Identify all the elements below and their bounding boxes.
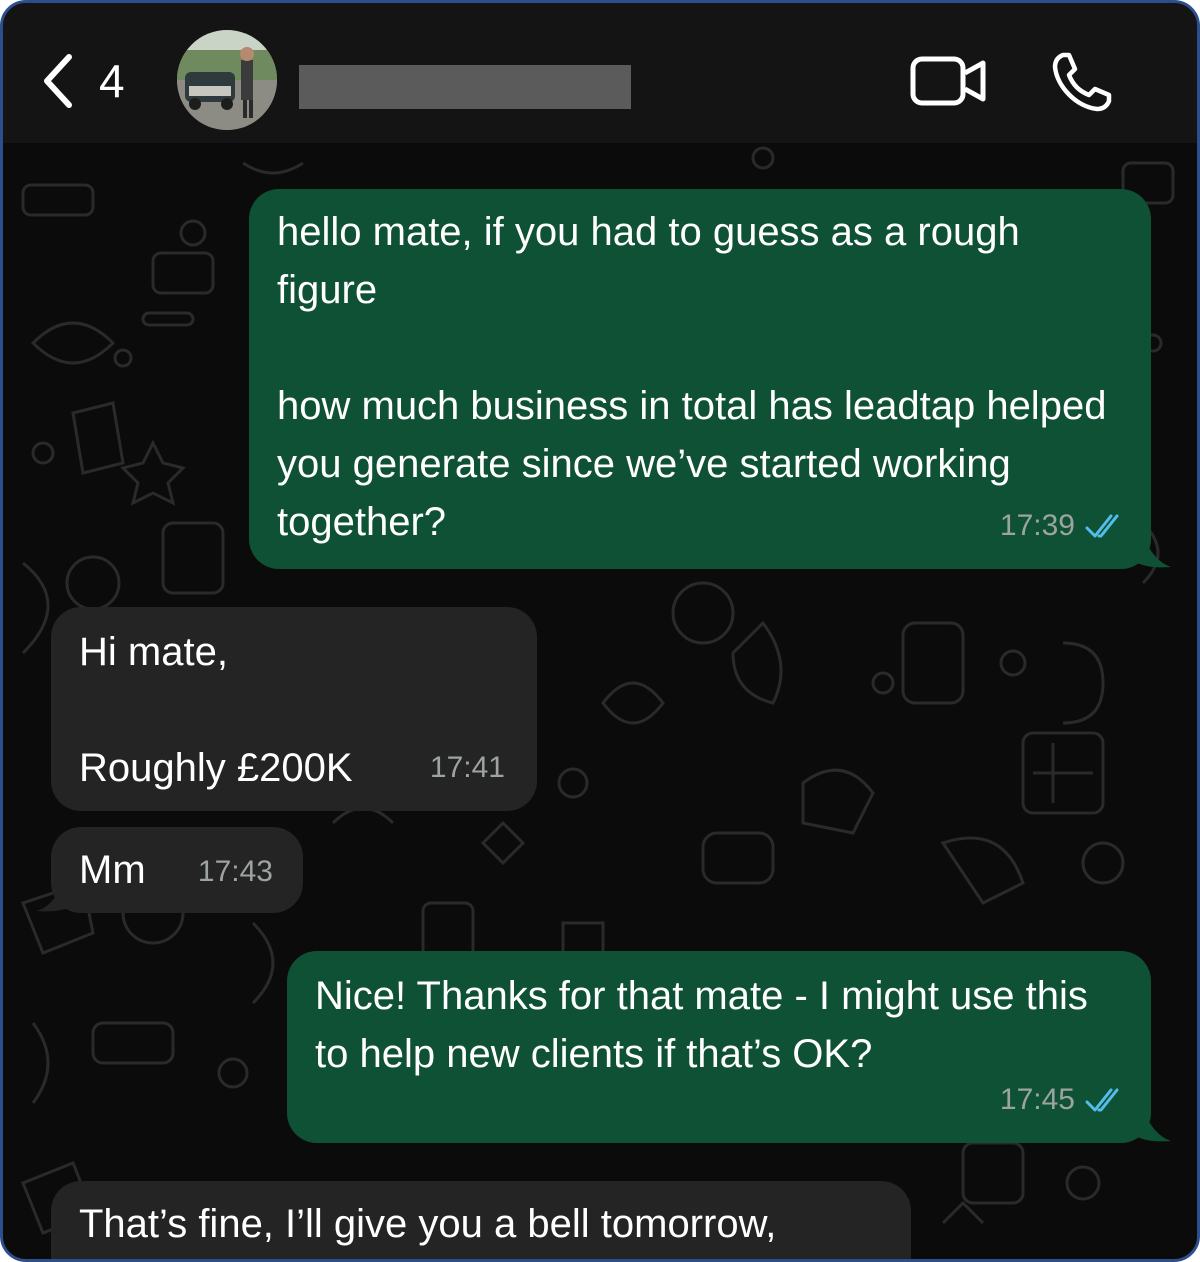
- message-bubble-incoming[interactable]: Hi mate, Roughly £200K 17:41: [51, 607, 537, 811]
- back-button[interactable]: 4: [37, 51, 125, 111]
- chat-header: 4: [3, 3, 1197, 143]
- double-check-icon: [1085, 1088, 1119, 1112]
- message-text: That’s fine, I’ll give you a bell tomorr…: [79, 1202, 777, 1246]
- contact-name[interactable]: [299, 65, 631, 109]
- message-time: 17:39: [999, 509, 1075, 542]
- bubble-tail: [1133, 1109, 1171, 1142]
- bubble-tail: [1133, 535, 1171, 568]
- message-bubble-incoming[interactable]: Mm 17:43: [51, 827, 303, 913]
- unread-count: 4: [99, 55, 125, 107]
- bubble-tail: [37, 879, 75, 912]
- message-text: hello mate, if you had to guess as a rou…: [277, 210, 1107, 544]
- message-time: 17:41: [429, 751, 505, 784]
- message-meta: 17:41: [430, 739, 505, 797]
- chevron-left-icon: [44, 54, 72, 108]
- message-list[interactable]: hello mate, if you had to guess as a rou…: [3, 143, 1197, 1259]
- double-check-icon: [1085, 514, 1119, 538]
- message-bubble-incoming[interactable]: That’s fine, I’ll give you a bell tomorr…: [51, 1181, 911, 1259]
- message-meta: 17:43: [198, 843, 273, 901]
- message-meta: 17:39: [1000, 497, 1125, 555]
- chat-window: 4 hello mate, if you had to guess as a r…: [0, 0, 1200, 1262]
- message-text: Nice! Thanks for that mate - I might use…: [315, 974, 1100, 1076]
- video-call-button[interactable]: [909, 53, 989, 109]
- message-bubble-outgoing[interactable]: Nice! Thanks for that mate - I might use…: [287, 951, 1151, 1143]
- avatar-photo: [177, 30, 277, 130]
- message-meta: 17:45: [1000, 1071, 1125, 1129]
- message-bubble-outgoing[interactable]: hello mate, if you had to guess as a rou…: [249, 189, 1151, 569]
- contact-avatar[interactable]: [177, 30, 277, 130]
- video-camera-icon: [910, 56, 986, 106]
- message-time: 17:43: [197, 855, 273, 888]
- phone-icon: [1052, 52, 1112, 112]
- message-time: 17:45: [999, 1083, 1075, 1116]
- voice-call-button[interactable]: [1049, 49, 1115, 115]
